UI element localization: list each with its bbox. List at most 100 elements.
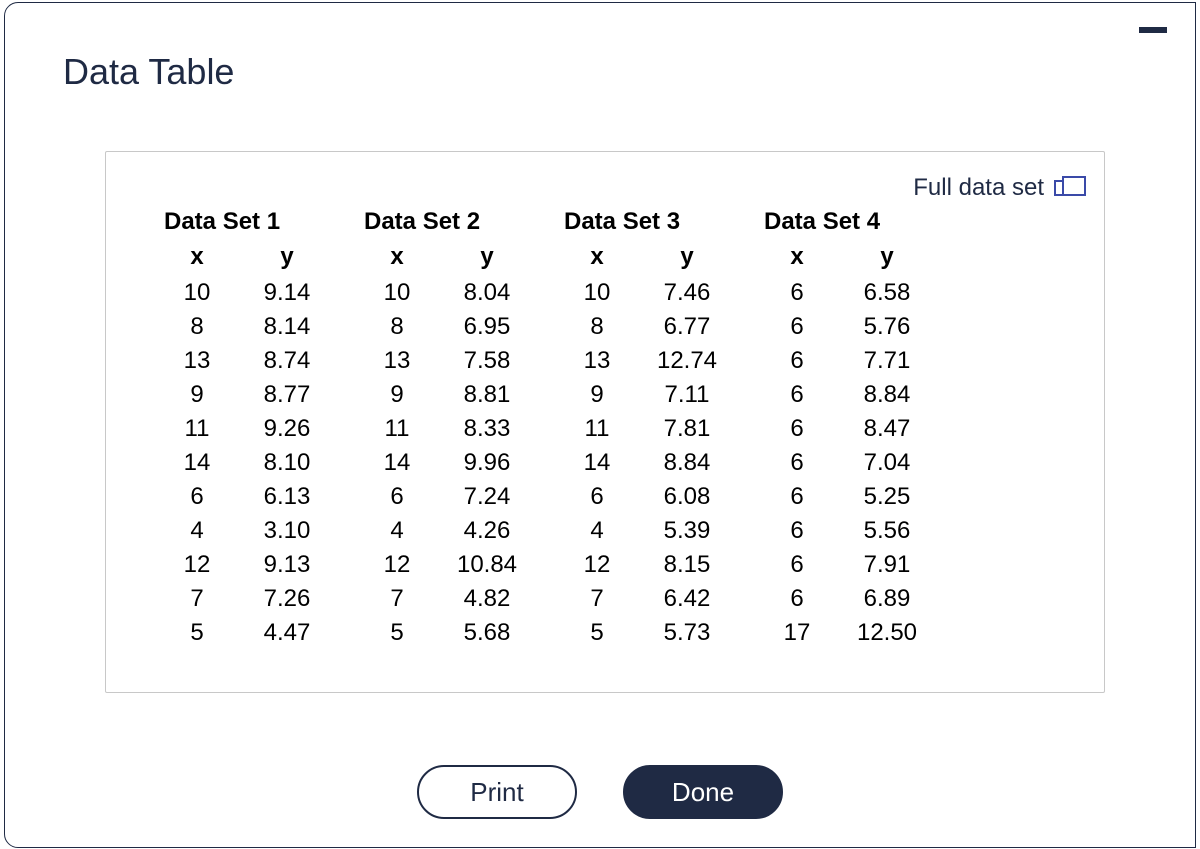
column-y: y6.585.767.718.848.477.045.255.567.916.8… [832, 242, 942, 650]
cell-x: 5 [562, 616, 632, 650]
cell-x: 6 [162, 480, 232, 514]
cell-y: 7.11 [632, 378, 742, 412]
column-x: x1081391114641275 [562, 242, 632, 650]
cell-y: 7.58 [432, 344, 542, 378]
dataset-3: Data Set 3x1081391114641275y7.466.7712.7… [562, 208, 742, 650]
minimize-icon[interactable] [1139, 27, 1167, 33]
cell-y: 6.13 [232, 480, 342, 514]
cell-x: 11 [362, 412, 432, 446]
column-y: y7.466.7712.747.117.818.846.085.398.156.… [632, 242, 742, 650]
cell-x: 10 [162, 276, 232, 310]
column-header-y: y [880, 242, 893, 276]
cell-y: 8.04 [432, 276, 542, 310]
done-button[interactable]: Done [623, 765, 783, 819]
button-row: Print Done [5, 765, 1195, 819]
cell-x: 11 [562, 412, 632, 446]
cell-y: 5.68 [432, 616, 542, 650]
column-header-y: y [680, 242, 693, 276]
cell-x: 6 [762, 378, 832, 412]
dataset-title: Data Set 1 [162, 208, 342, 236]
cell-y: 6.42 [632, 582, 742, 616]
column-y: y9.148.148.748.779.268.106.133.109.137.2… [232, 242, 342, 650]
dataset-title: Data Set 4 [762, 208, 942, 236]
cell-y: 7.26 [232, 582, 342, 616]
cell-y: 5.39 [632, 514, 742, 548]
cell-y: 7.24 [432, 480, 542, 514]
cell-y: 8.84 [632, 446, 742, 480]
cell-x: 6 [762, 514, 832, 548]
cell-y: 8.47 [832, 412, 942, 446]
cell-x: 4 [362, 514, 432, 548]
cell-y: 8.84 [832, 378, 942, 412]
cell-x: 6 [562, 480, 632, 514]
cell-y: 4.26 [432, 514, 542, 548]
cell-y: 7.04 [832, 446, 942, 480]
column-header-y: y [280, 242, 293, 276]
cell-y: 4.47 [232, 616, 342, 650]
cell-y: 6.08 [632, 480, 742, 514]
cell-x: 8 [162, 310, 232, 344]
cell-y: 8.77 [232, 378, 342, 412]
cell-x: 12 [362, 548, 432, 582]
cell-y: 6.58 [832, 276, 942, 310]
cell-x: 14 [362, 446, 432, 480]
cell-x: 5 [162, 616, 232, 650]
cell-y: 7.71 [832, 344, 942, 378]
cell-x: 6 [762, 548, 832, 582]
dataset-2: Data Set 2x1081391114641275y8.046.957.58… [362, 208, 542, 650]
copy-icon [1054, 180, 1074, 196]
cell-x: 5 [362, 616, 432, 650]
column-x: x1081391114641275 [362, 242, 432, 650]
cell-x: 6 [762, 276, 832, 310]
dataset-columns: x1081391114641275y9.148.148.748.779.268.… [162, 242, 342, 650]
cell-x: 14 [562, 446, 632, 480]
cell-y: 7.91 [832, 548, 942, 582]
cell-x: 6 [762, 582, 832, 616]
cell-y: 9.14 [232, 276, 342, 310]
full-data-set-link[interactable]: Full data set [913, 174, 1074, 202]
cell-x: 13 [562, 344, 632, 378]
column-header-y: y [480, 242, 493, 276]
cell-y: 9.26 [232, 412, 342, 446]
cell-y: 12.74 [632, 344, 742, 378]
cell-y: 10.84 [432, 548, 542, 582]
cell-x: 12 [162, 548, 232, 582]
cell-y: 8.33 [432, 412, 542, 446]
cell-x: 8 [362, 310, 432, 344]
cell-x: 4 [162, 514, 232, 548]
cell-x: 7 [562, 582, 632, 616]
table-card: Full data set Data Set 1x108139111464127… [105, 151, 1105, 693]
cell-y: 6.95 [432, 310, 542, 344]
column-header-x: x [190, 242, 203, 276]
cell-x: 13 [362, 344, 432, 378]
column-header-x: x [390, 242, 403, 276]
cell-x: 9 [162, 378, 232, 412]
cell-y: 4.82 [432, 582, 542, 616]
cell-x: 6 [762, 412, 832, 446]
cell-x: 6 [762, 344, 832, 378]
cell-y: 9.96 [432, 446, 542, 480]
cell-x: 13 [162, 344, 232, 378]
cell-y: 6.77 [632, 310, 742, 344]
cell-y: 5.76 [832, 310, 942, 344]
cell-y: 7.81 [632, 412, 742, 446]
cell-y: 5.25 [832, 480, 942, 514]
cell-x: 4 [562, 514, 632, 548]
datasets-container: Data Set 1x1081391114641275y9.148.148.74… [162, 208, 942, 650]
full-data-set-label: Full data set [913, 174, 1044, 202]
column-header-x: x [590, 242, 603, 276]
cell-y: 8.15 [632, 548, 742, 582]
print-button[interactable]: Print [417, 765, 577, 819]
cell-y: 5.73 [632, 616, 742, 650]
cell-y: 7.46 [632, 276, 742, 310]
data-table-modal: Data Table Full data set Data Set 1x1081… [4, 2, 1196, 848]
cell-x: 7 [162, 582, 232, 616]
cell-y: 6.89 [832, 582, 942, 616]
dataset-columns: x1081391114641275y7.466.7712.747.117.818… [562, 242, 742, 650]
cell-y: 9.13 [232, 548, 342, 582]
cell-x: 7 [362, 582, 432, 616]
cell-y: 8.81 [432, 378, 542, 412]
dataset-1: Data Set 1x1081391114641275y9.148.148.74… [162, 208, 342, 650]
cell-x: 10 [562, 276, 632, 310]
cell-x: 6 [762, 446, 832, 480]
